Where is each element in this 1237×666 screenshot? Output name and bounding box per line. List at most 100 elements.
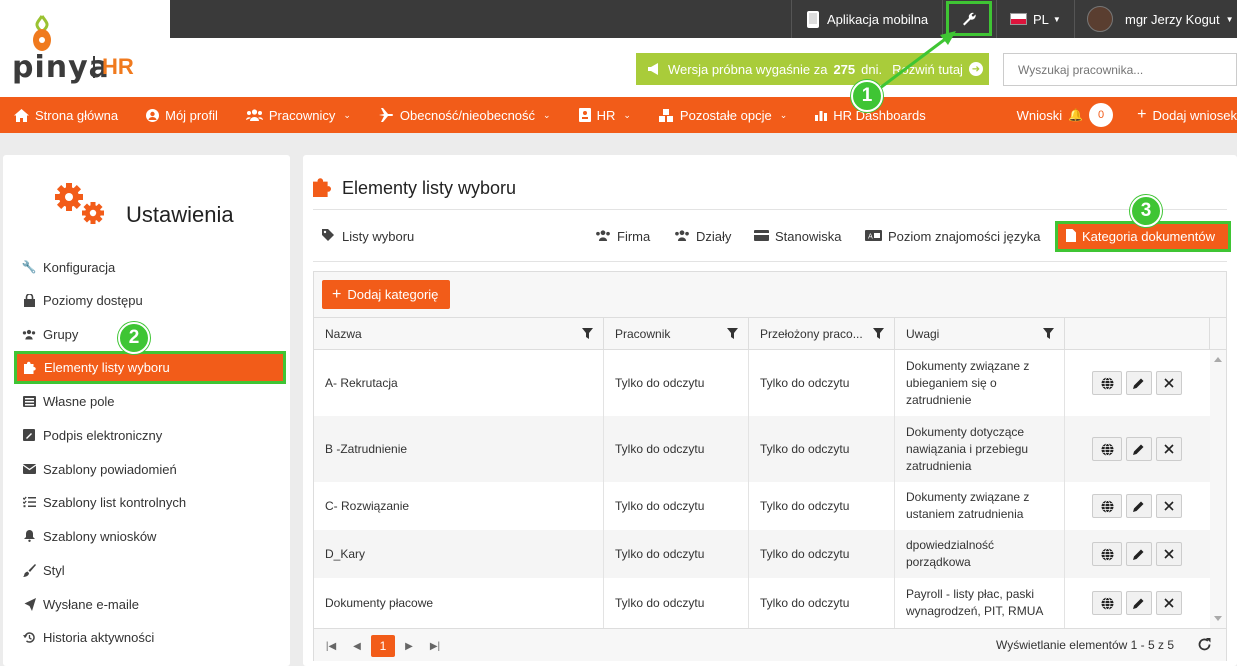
- note-line: Payroll - listy płac, paski: [906, 587, 1035, 601]
- globe-icon: [1101, 499, 1113, 513]
- user-menu[interactable]: mgr Jerzy Kogut ▼: [1087, 0, 1234, 38]
- language-selector[interactable]: PL ▼: [1010, 0, 1061, 38]
- translate-button[interactable]: [1092, 494, 1122, 518]
- cell-notes: dpowiedzialność porządkowa: [895, 530, 1065, 578]
- scroll-down-icon[interactable]: [1210, 614, 1226, 624]
- sidebar-item-notification-templates[interactable]: Szablony powiadomień: [18, 456, 177, 482]
- sidebar-item-label: Szablony wniosków: [43, 528, 157, 544]
- column-header-employee[interactable]: Pracownik: [604, 318, 749, 350]
- filter-icon[interactable]: [1043, 328, 1054, 339]
- table-row[interactable]: C- Rozwiązanie Tylko do odczytu Tylko do…: [314, 482, 1210, 530]
- nav-hr[interactable]: HR ⌄: [565, 97, 645, 133]
- sidebar-item-label: Styl: [43, 562, 65, 578]
- column-header-manager[interactable]: Przełożony praco...: [749, 318, 895, 350]
- poland-flag-icon: [1010, 13, 1027, 25]
- nav-home[interactable]: Strona główna: [0, 97, 132, 133]
- tab-language-level[interactable]: A Poziom znajomości języka: [865, 225, 1040, 247]
- table-row[interactable]: A- Rekrutacja Tylko do odczytu Tylko do …: [314, 350, 1210, 416]
- sidebar-item-request-templates[interactable]: Szablony wniosków: [18, 523, 156, 549]
- translate-button[interactable]: [1092, 371, 1122, 395]
- column-label: Przełożony praco...: [760, 327, 863, 341]
- nav-label: Pracownicy: [268, 107, 336, 123]
- translate-button[interactable]: [1092, 437, 1122, 461]
- wrench-icon: 🔧: [21, 260, 37, 274]
- next-page-icon[interactable]: ▶: [402, 635, 416, 657]
- delete-button[interactable]: [1156, 591, 1182, 615]
- column-header-name[interactable]: Nazwa: [314, 318, 604, 350]
- pencil-icon: [1133, 378, 1144, 389]
- last-page-icon[interactable]: ▶|: [427, 635, 443, 657]
- sidebar-item-configuration[interactable]: 🔧 Konfiguracja: [18, 254, 116, 280]
- tab-label: Działy: [696, 228, 732, 244]
- chart-icon: [815, 111, 828, 121]
- sidebar-item-choice-list-elements[interactable]: Elementy listy wyboru: [14, 351, 286, 384]
- edit-button[interactable]: [1126, 371, 1152, 395]
- table-row[interactable]: D_Kary Tylko do odczytu Tylko do odczytu…: [314, 530, 1210, 578]
- sidebar-item-custom-field[interactable]: Własne pole: [18, 388, 115, 414]
- filter-icon[interactable]: [727, 328, 738, 339]
- close-icon: [1164, 378, 1174, 388]
- file-icon: [1066, 228, 1076, 245]
- filter-icon[interactable]: [873, 328, 884, 339]
- nav-add-request[interactable]: + Dodaj wniosek: [1123, 97, 1237, 133]
- cell-name: D_Kary: [314, 530, 604, 578]
- add-category-button[interactable]: + Dodaj kategorię: [322, 280, 450, 309]
- note-line: zatrudnienie: [906, 392, 972, 407]
- delete-button[interactable]: [1156, 437, 1182, 461]
- scroll-up-icon[interactable]: [1210, 354, 1226, 364]
- users-icon: [674, 229, 690, 244]
- nav-label: HR Dashboards: [833, 107, 926, 123]
- edit-button[interactable]: [1126, 494, 1152, 518]
- refresh-icon[interactable]: [1197, 637, 1212, 652]
- vertical-scrollbar[interactable]: [1210, 350, 1226, 628]
- sidebar-item-access-levels[interactable]: Poziomy dostępu: [18, 287, 143, 313]
- sidebar-item-style[interactable]: Styl: [18, 557, 65, 583]
- table-row[interactable]: B -Zatrudnienie Tylko do odczytu Tylko d…: [314, 416, 1210, 482]
- tab-company[interactable]: Firma: [595, 225, 650, 247]
- nav-requests[interactable]: Wnioski 🔔 0: [1003, 97, 1123, 133]
- tab-positions[interactable]: Stanowiska: [754, 225, 841, 247]
- edit-button[interactable]: [1126, 591, 1152, 615]
- nav-other-options[interactable]: Pozostałe opcje ⌄: [645, 97, 801, 133]
- edit-button[interactable]: [1126, 542, 1152, 566]
- row-actions: [1092, 482, 1182, 530]
- tab-departments[interactable]: Działy: [674, 225, 731, 247]
- nav-employees[interactable]: Pracownicy ⌄: [232, 97, 365, 133]
- cell-manager: Tylko do odczytu: [749, 350, 895, 416]
- edit-button[interactable]: [1126, 437, 1152, 461]
- globe-icon: [1101, 596, 1113, 610]
- puzzle-icon: [313, 178, 332, 197]
- filter-icon[interactable]: [582, 328, 593, 339]
- plane-icon: [378, 108, 393, 122]
- trial-days: 275: [833, 61, 856, 77]
- table-body: A- Rekrutacja Tylko do odczytu Tylko do …: [314, 350, 1210, 628]
- divider: [791, 0, 792, 38]
- delete-button[interactable]: [1156, 371, 1182, 395]
- page-number-current[interactable]: 1: [371, 635, 395, 657]
- divider: [313, 209, 1227, 210]
- prev-page-icon[interactable]: ◀: [350, 635, 364, 657]
- pagination-info: Wyświetlanie elementów 1 - 5 z 5: [996, 638, 1174, 652]
- tab-choice-lists[interactable]: Listy wyboru: [322, 225, 414, 247]
- globe-icon: [1101, 547, 1113, 561]
- table-row[interactable]: Dokumenty płacowe Tylko do odczytu Tylko…: [314, 578, 1210, 628]
- sidebar-item-label: Elementy listy wyboru: [44, 360, 170, 375]
- sidebar-item-sent-emails[interactable]: Wysłane e-maile: [18, 591, 139, 617]
- column-header-actions: [1065, 318, 1210, 350]
- column-header-notes[interactable]: Uwagi: [895, 318, 1065, 350]
- translate-button[interactable]: [1092, 542, 1122, 566]
- sidebar-item-activity-history[interactable]: Historia aktywności: [18, 624, 154, 650]
- delete-button[interactable]: [1156, 542, 1182, 566]
- first-page-icon[interactable]: |◀: [324, 635, 338, 657]
- sidebar-item-checklist-templates[interactable]: Szablony list kontrolnych: [18, 489, 186, 515]
- close-icon: [1164, 549, 1174, 559]
- sidebar-item-label: Historia aktywności: [43, 629, 155, 645]
- nav-attendance[interactable]: Obecność/nieobecność ⌄: [365, 97, 565, 133]
- sidebar-item-e-signature[interactable]: Podpis elektroniczny: [18, 422, 162, 448]
- nav-my-profile[interactable]: Mój profil: [132, 97, 232, 133]
- delete-button[interactable]: [1156, 494, 1182, 518]
- pinya-logo[interactable]: pinya HR: [12, 14, 162, 85]
- translate-button[interactable]: [1092, 591, 1122, 615]
- sidebar-item-groups[interactable]: Grupy: [18, 321, 78, 347]
- employee-search-input[interactable]: [1003, 53, 1237, 86]
